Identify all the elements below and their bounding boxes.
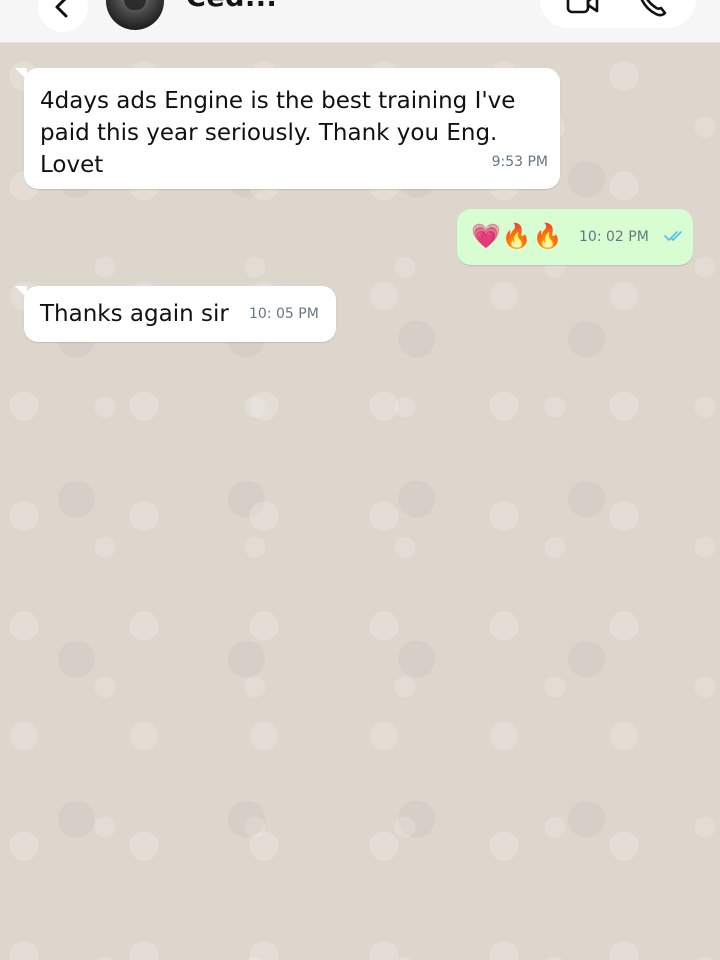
- back-button[interactable]: [38, 0, 88, 32]
- fire-emoji-icon: 🔥: [532, 222, 564, 250]
- message-emoji-row: 💗🔥🔥: [471, 221, 564, 251]
- double-check-read-icon: [664, 231, 682, 241]
- message-text: 4days ads Engine is the best training I'…: [40, 88, 516, 178]
- heart-emoji-icon: 💗: [471, 222, 502, 250]
- message-text: Thanks again sir: [40, 301, 229, 327]
- fire-emoji-icon: 🔥: [501, 222, 533, 250]
- bubble-tail: [15, 68, 27, 80]
- call-actions-pill: [540, 0, 696, 28]
- message-timestamp: 10: 02 PM: [579, 229, 649, 245]
- message-bubble-incoming[interactable]: 4days ads Engine is the best training I'…: [15, 68, 560, 189]
- message-bubble-outgoing[interactable]: 💗🔥🔥 10: 02 PM: [457, 209, 693, 265]
- message-timestamp: 9:53 PM: [491, 154, 548, 170]
- chevron-left-icon: [55, 0, 68, 18]
- message-bubble-incoming[interactable]: Thanks again sir 10: 05 PM: [15, 286, 336, 342]
- bubble-tail: [15, 286, 27, 298]
- phone-icon[interactable]: [636, 0, 670, 18]
- video-camera-icon[interactable]: [566, 0, 600, 16]
- avatar[interactable]: [106, 0, 164, 30]
- message-timestamp: 10: 05 PM: [249, 306, 319, 322]
- contact-name[interactable]: Ced...: [186, 0, 277, 13]
- chat-header: Ced...: [0, 0, 720, 43]
- chat-area[interactable]: 4days ads Engine is the best training I'…: [0, 43, 720, 960]
